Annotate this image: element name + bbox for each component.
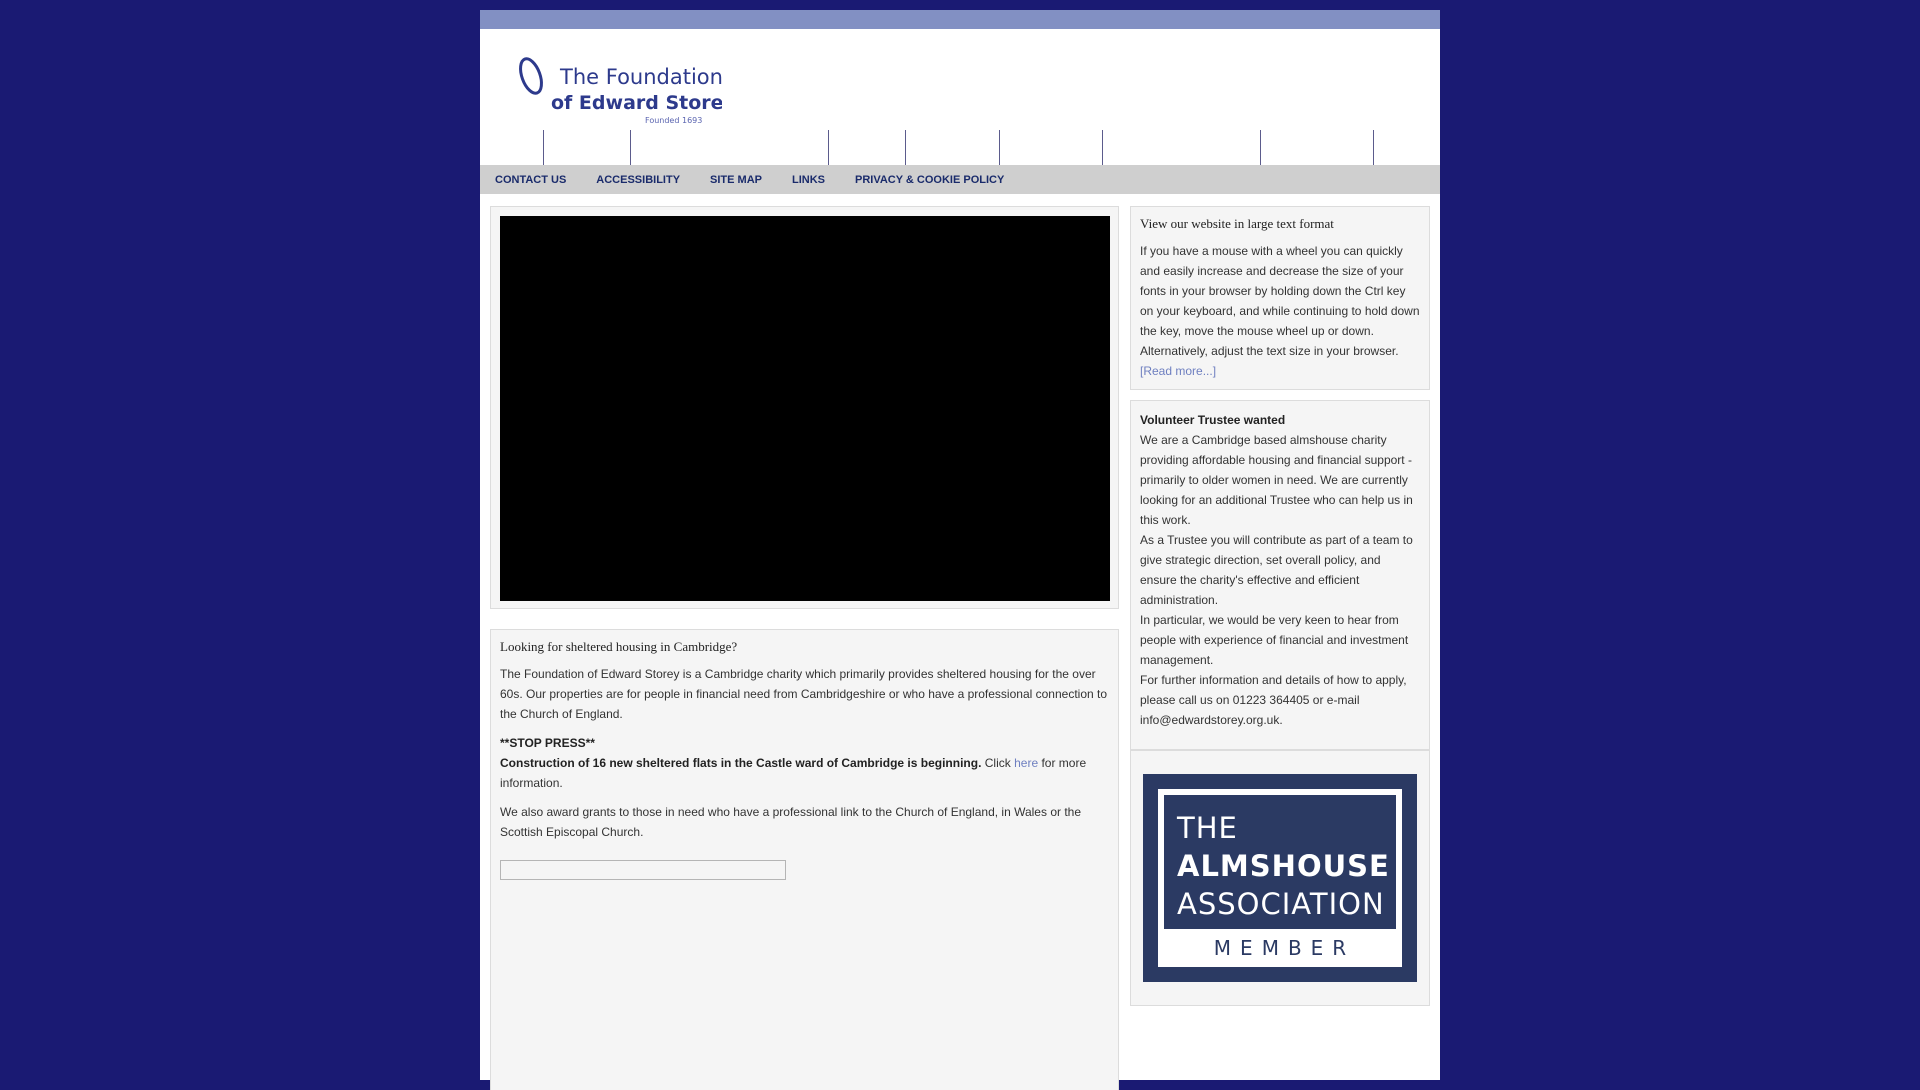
main-content-panel: Looking for sheltered housing in Cambrid… (490, 629, 1119, 1090)
nav-separator (630, 130, 631, 165)
stop-press-paragraph: **STOP PRESS** Construction of 16 new sh… (500, 733, 1109, 793)
site-header: The Foundation of Edward Storey Founded … (480, 29, 1440, 130)
badge-line-4: MEMBER (1213, 936, 1356, 960)
volunteer-para-1: We are a Cambridge based almshouse chari… (1140, 433, 1413, 527)
nav-links[interactable]: LINKS (792, 174, 825, 186)
volunteer-para-4: For further information and details of h… (1140, 673, 1407, 727)
badge-line-1: THE (1177, 811, 1238, 845)
nav-separator (905, 130, 906, 165)
video-player[interactable] (500, 216, 1110, 601)
logo-line-2: of Edward Storey (551, 92, 722, 114)
large-text-heading: View our website in large text format (1140, 216, 1334, 231)
video-panel (490, 206, 1119, 609)
grants-text: We also award grants to those in need wh… (500, 805, 1082, 839)
almshouse-association-badge[interactable]: THE ALMSHOUSE ASSOCIATION MEMBER (1143, 774, 1417, 982)
badge-line-3: ASSOCIATION (1177, 887, 1385, 921)
intro-text: The Foundation of Edward Storey is a Cam… (500, 667, 1108, 721)
badge-member-bar: MEMBER (1158, 929, 1402, 967)
click-text: Click (984, 756, 1011, 770)
large-text-panel: View our website in large text format If… (1130, 206, 1430, 390)
main-heading: Looking for sheltered housing in Cambrid… (500, 639, 738, 654)
stop-press-label: **STOP PRESS** (500, 736, 595, 750)
nav-separator (1102, 130, 1103, 165)
foundation-logo[interactable]: The Foundation of Edward Storey Founded … (517, 50, 722, 130)
badge-line-2: ALMSHOUSE (1177, 849, 1390, 883)
large-text-body: If you have a mouse with a wheel you can… (1140, 244, 1420, 358)
utility-nav: CONTACT US ACCESSIBILITY SITE MAP LINKS … (480, 165, 1440, 194)
top-bar (480, 10, 1440, 29)
logo-line-3: Founded 1693 (645, 116, 702, 125)
volunteer-para-2: As a Trustee you will contribute as part… (1140, 533, 1413, 607)
nav-separator (1373, 130, 1374, 165)
here-link[interactable]: here (1014, 756, 1038, 770)
construction-text: Construction of 16 new sheltered flats i… (500, 756, 982, 770)
nav-contact-us[interactable]: CONTACT US (495, 174, 566, 186)
main-nav (480, 130, 1440, 165)
nav-separator (828, 130, 829, 165)
nav-separator (543, 130, 544, 165)
nav-privacy-cookie-policy[interactable]: PRIVACY & COOKIE POLICY (855, 174, 1004, 186)
broken-image (500, 860, 786, 880)
volunteer-heading: Volunteer Trustee wanted (1140, 413, 1286, 427)
nav-site-map[interactable]: SITE MAP (710, 174, 762, 186)
almshouse-badge-panel: THE ALMSHOUSE ASSOCIATION MEMBER (1130, 750, 1430, 1006)
nav-accessibility[interactable]: ACCESSIBILITY (596, 174, 680, 186)
logo-line-1: The Foundation (559, 65, 722, 89)
nav-separator (1260, 130, 1261, 165)
volunteer-panel: Volunteer Trustee wanted We are a Cambri… (1130, 400, 1430, 750)
page-container: The Foundation of Edward Storey Founded … (480, 10, 1440, 1090)
nav-separator (999, 130, 1000, 165)
volunteer-para-3: In particular, we would be very keen to … (1140, 613, 1409, 667)
read-more-link[interactable]: [Read more...] (1140, 364, 1216, 378)
